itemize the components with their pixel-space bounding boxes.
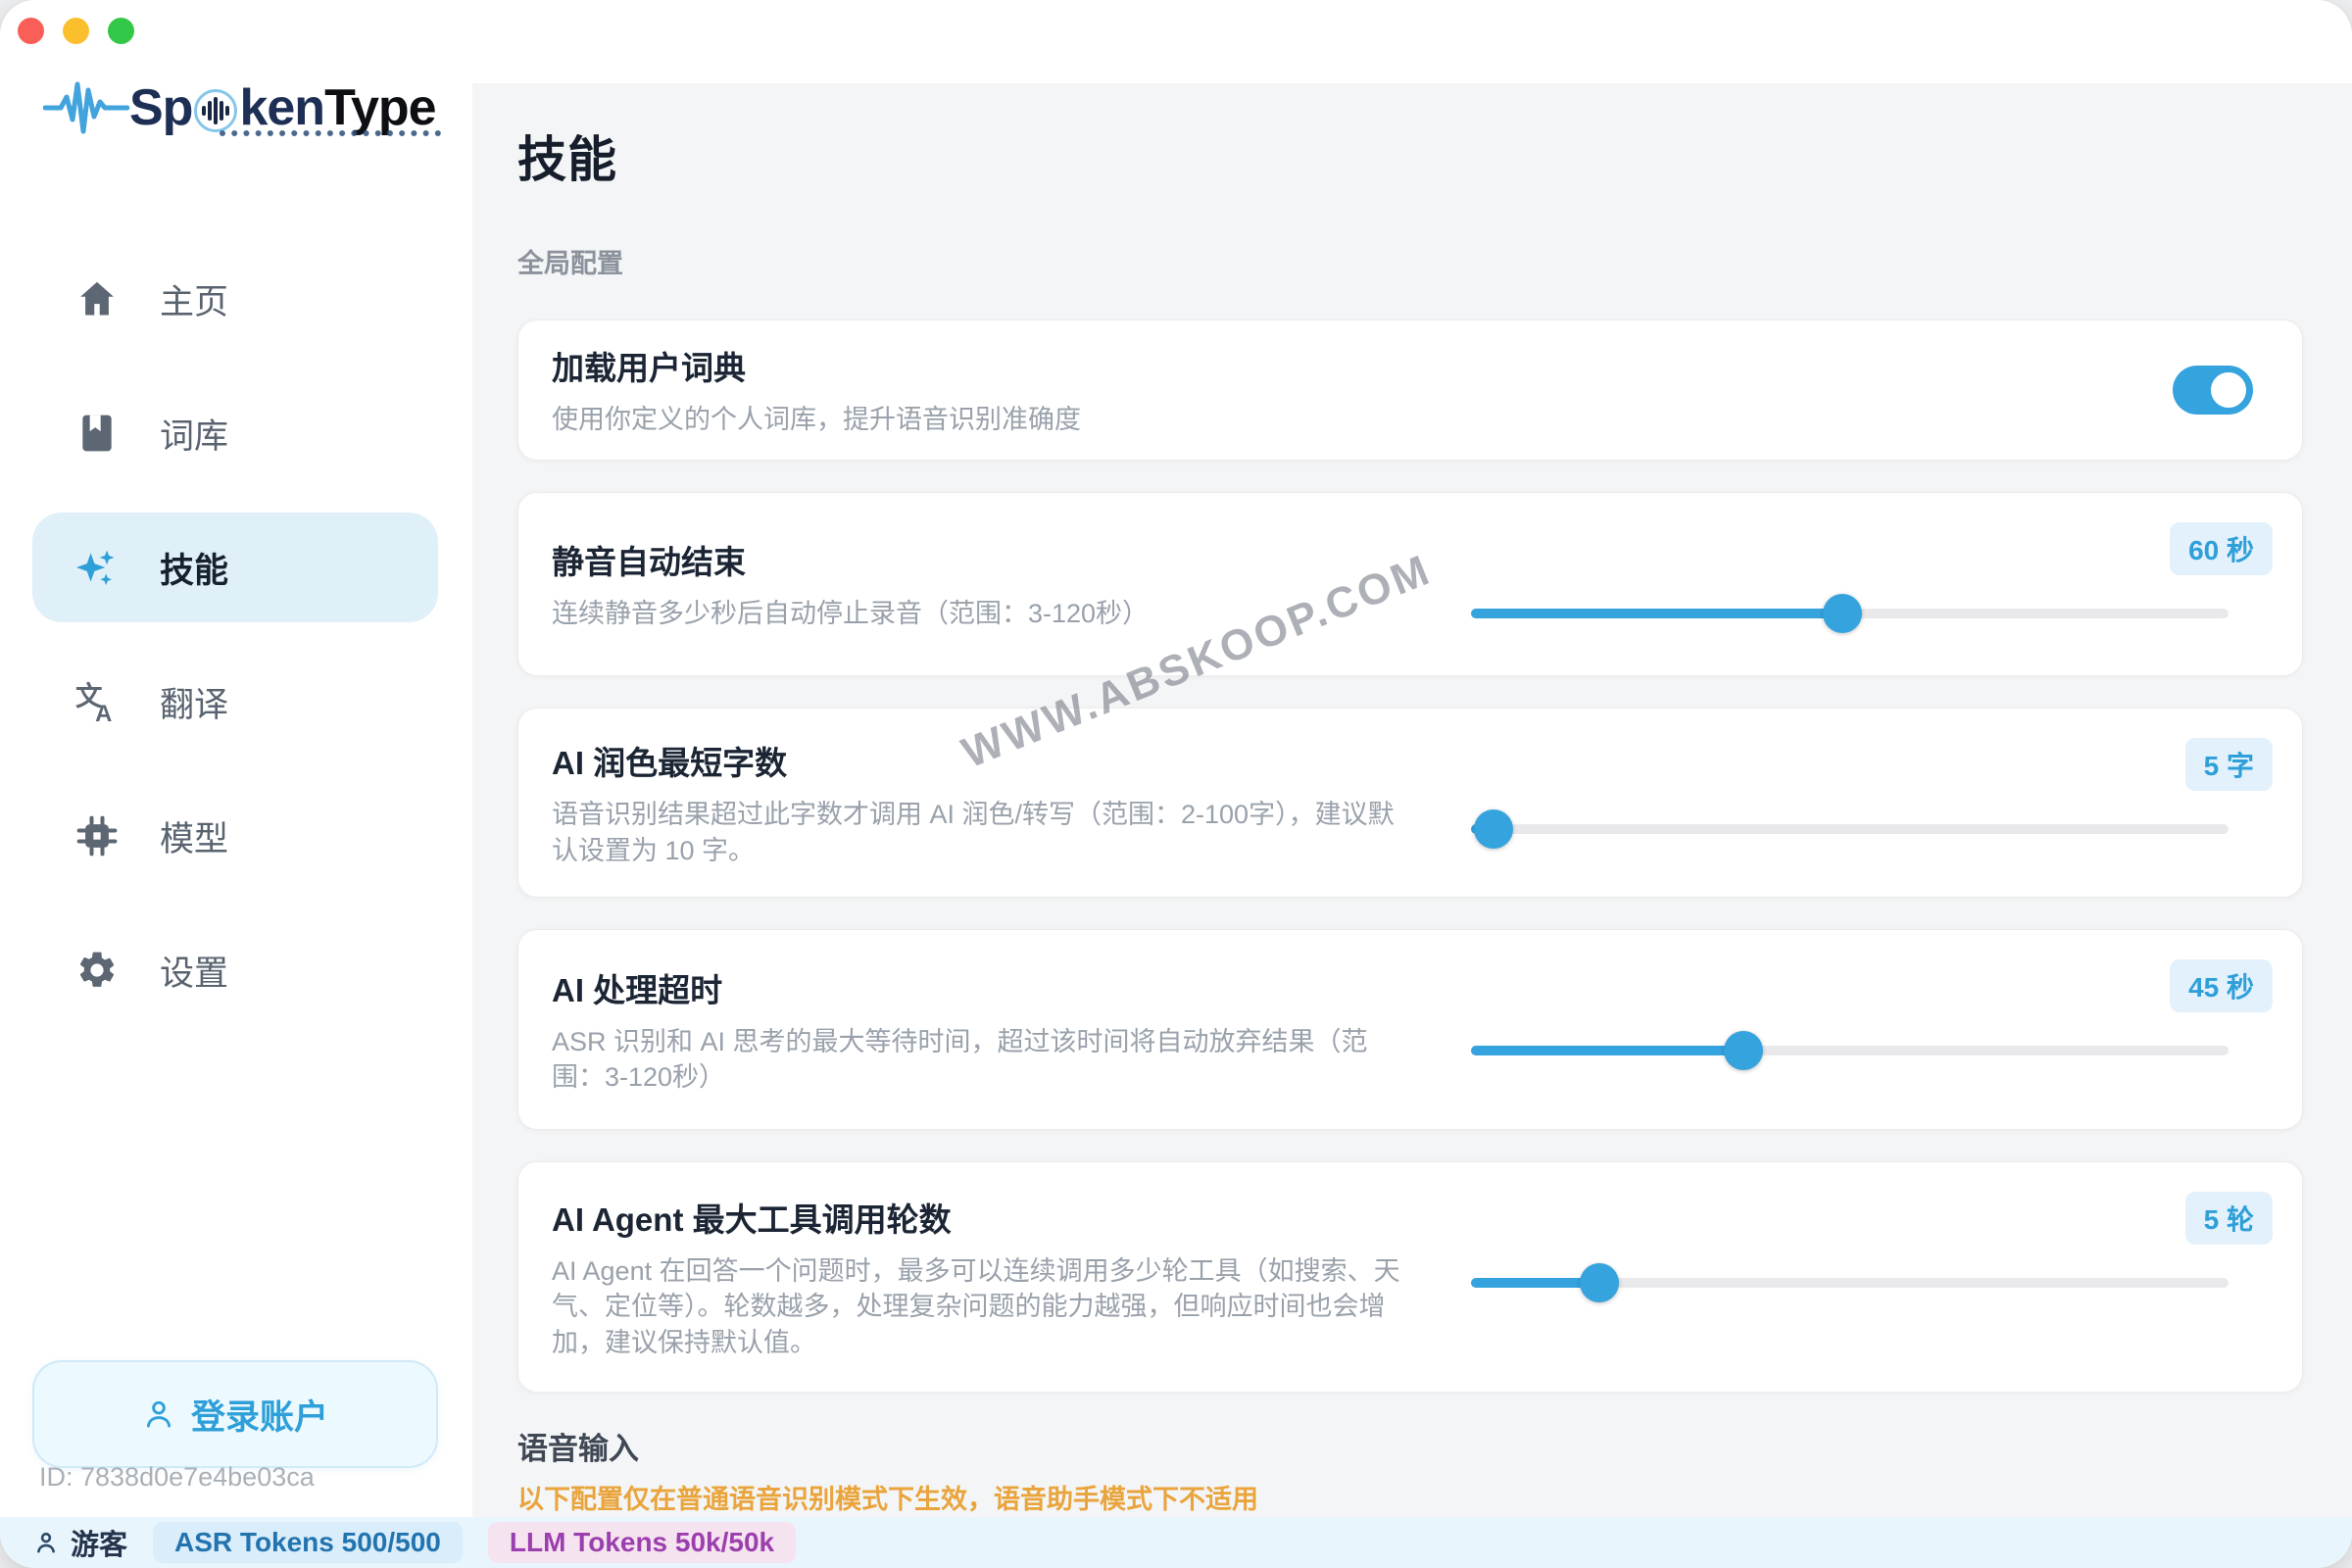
asr-tokens-badge: ASR Tokens 500/500 bbox=[153, 1522, 463, 1563]
value-badge: 5 字 bbox=[2185, 738, 2273, 791]
slider-thumb[interactable] bbox=[1580, 1263, 1619, 1302]
brand-part1: Sp bbox=[129, 78, 192, 137]
section-global-config: 全局配置 bbox=[517, 242, 2352, 280]
sidebar-item-翻译[interactable]: 文A 翻译 bbox=[32, 647, 438, 757]
translate-icon: 文A bbox=[75, 680, 119, 723]
minimize-button[interactable] bbox=[63, 18, 89, 44]
gear-icon bbox=[75, 949, 119, 992]
person-icon bbox=[33, 1530, 59, 1555]
status-bar: 游客 ASR Tokens 500/500 LLM Tokens 50k/50k bbox=[0, 1517, 2352, 1568]
login-button[interactable]: 登录账户 bbox=[32, 1360, 438, 1468]
slider-track[interactable] bbox=[1471, 824, 2229, 834]
speaker-o-icon bbox=[194, 89, 237, 132]
value-badge: 45 秒 bbox=[2170, 959, 2273, 1012]
sidebar-item-技能[interactable]: 技能 bbox=[32, 513, 438, 622]
section-voice-input: 语音输入 bbox=[517, 1424, 2352, 1468]
card-title: AI 处理超时 bbox=[552, 964, 1420, 1011]
settings-card: AI 处理超时 ASR 识别和 AI 思考的最大等待时间，超过该时间将自动放弃结… bbox=[517, 929, 2303, 1130]
waveform-icon bbox=[43, 76, 129, 139]
voice-input-warning: 以下配置仅在普通语音识别模式下生效，语音助手模式下不适用 bbox=[517, 1478, 2352, 1516]
logo-dotted-underline bbox=[220, 128, 441, 136]
sparkles-icon bbox=[75, 546, 119, 589]
toggle-knob bbox=[2208, 369, 2249, 411]
card-description: 语音识别结果超过此字数才调用 AI 润色/转写（范围：2-100字），建议默认设… bbox=[552, 797, 1420, 867]
slider[interactable] bbox=[1471, 594, 2229, 633]
sidebar-nav: 主页 词库 技能 文A 翻译 模型 设置 bbox=[32, 244, 438, 1050]
login-label: 登录账户 bbox=[191, 1390, 328, 1440]
settings-card: 静音自动结束 连续静音多少秒后自动停止录音（范围：3-120秒） 60 秒 bbox=[517, 492, 2303, 676]
sidebar-item-模型[interactable]: 模型 bbox=[32, 781, 438, 891]
book-icon bbox=[75, 412, 119, 455]
card-text: AI Agent 最大工具调用轮数 AI Agent 在回答一个问题时，最多可以… bbox=[518, 1194, 1420, 1360]
card-description: 连续静音多少秒后自动停止录音（范围：3-120秒） bbox=[552, 596, 1420, 631]
slider-fill bbox=[1471, 609, 1842, 618]
close-button[interactable] bbox=[18, 18, 44, 44]
settings-cards: 加载用户词典 使用你定义的个人词库，提升语音识别准确度 静音自动结束 连续静音多… bbox=[517, 319, 2303, 1393]
sidebar-item-设置[interactable]: 设置 bbox=[32, 915, 438, 1025]
card-description: 使用你定义的个人词库，提升语音识别准确度 bbox=[552, 402, 1420, 437]
window-controls bbox=[18, 18, 134, 44]
main-area: 技能 全局配置 加载用户词典 使用你定义的个人词库，提升语音识别准确度 静音自动… bbox=[472, 0, 2352, 1517]
sidebar: SpkenType 主页 词库 技能 文A 翻译 模型 设置 登录账户 bbox=[0, 0, 472, 1517]
value-badge: 60 秒 bbox=[2170, 522, 2273, 575]
user-id: ID: 7838d0e7e4be03ca bbox=[39, 1462, 315, 1493]
card-title: 加载用户词典 bbox=[552, 342, 1420, 389]
card-description: ASR 识别和 AI 思考的最大等待时间，超过该时间将自动放弃结果（范围：3-1… bbox=[552, 1024, 1420, 1095]
slider[interactable] bbox=[1471, 1263, 2229, 1302]
card-text: 静音自动结束 连续静音多少秒后自动停止录音（范围：3-120秒） bbox=[518, 536, 1420, 631]
card-title: 静音自动结束 bbox=[552, 536, 1420, 583]
card-text: AI 处理超时 ASR 识别和 AI 思考的最大等待时间，超过该时间将自动放弃结… bbox=[518, 964, 1420, 1095]
card-title: AI 润色最短字数 bbox=[552, 737, 1420, 784]
settings-card: 加载用户词典 使用你定义的个人词库，提升语音识别准确度 bbox=[517, 319, 2303, 461]
user-chip: 游客 bbox=[33, 1522, 127, 1563]
card-description: AI Agent 在回答一个问题时，最多可以连续调用多少轮工具（如搜索、天气、定… bbox=[552, 1253, 1420, 1360]
sidebar-item-主页[interactable]: 主页 bbox=[32, 244, 438, 354]
app-window: SpkenType 主页 词库 技能 文A 翻译 模型 设置 登录账户 bbox=[0, 0, 2352, 1568]
content-panel: 技能 全局配置 加载用户词典 使用你定义的个人词库，提升语音识别准确度 静音自动… bbox=[472, 83, 2352, 1517]
page-title: 技能 bbox=[517, 121, 2352, 191]
zoom-button[interactable] bbox=[108, 18, 134, 44]
slider[interactable] bbox=[1471, 809, 2229, 849]
chip-icon bbox=[75, 814, 119, 858]
value-badge: 5 轮 bbox=[2185, 1192, 2273, 1245]
slider-thumb[interactable] bbox=[1724, 1031, 1763, 1070]
person-icon bbox=[142, 1397, 175, 1431]
settings-card: AI 润色最短字数 语音识别结果超过此字数才调用 AI 润色/转写（范围：2-1… bbox=[517, 708, 2303, 898]
card-title: AI Agent 最大工具调用轮数 bbox=[552, 1194, 1420, 1241]
slider[interactable] bbox=[1471, 1031, 2229, 1070]
llm-tokens-badge: LLM Tokens 50k/50k bbox=[488, 1522, 796, 1563]
sidebar-item-词库[interactable]: 词库 bbox=[32, 378, 438, 488]
svg-text:A: A bbox=[95, 701, 112, 723]
card-text: AI 润色最短字数 语音识别结果超过此字数才调用 AI 润色/转写（范围：2-1… bbox=[518, 737, 1420, 867]
slider-track[interactable] bbox=[1471, 1046, 2229, 1055]
settings-card: AI Agent 最大工具调用轮数 AI Agent 在回答一个问题时，最多可以… bbox=[517, 1161, 2303, 1393]
toggle-switch[interactable] bbox=[2173, 366, 2253, 415]
card-text: 加载用户词典 使用你定义的个人词库，提升语音识别准确度 bbox=[518, 342, 1420, 437]
slider-thumb[interactable] bbox=[1823, 594, 1862, 633]
home-icon bbox=[75, 277, 119, 320]
slider-thumb[interactable] bbox=[1474, 809, 1513, 849]
app-logo: SpkenType bbox=[43, 73, 436, 143]
user-label: 游客 bbox=[71, 1522, 127, 1563]
slider-fill bbox=[1471, 1046, 1743, 1055]
